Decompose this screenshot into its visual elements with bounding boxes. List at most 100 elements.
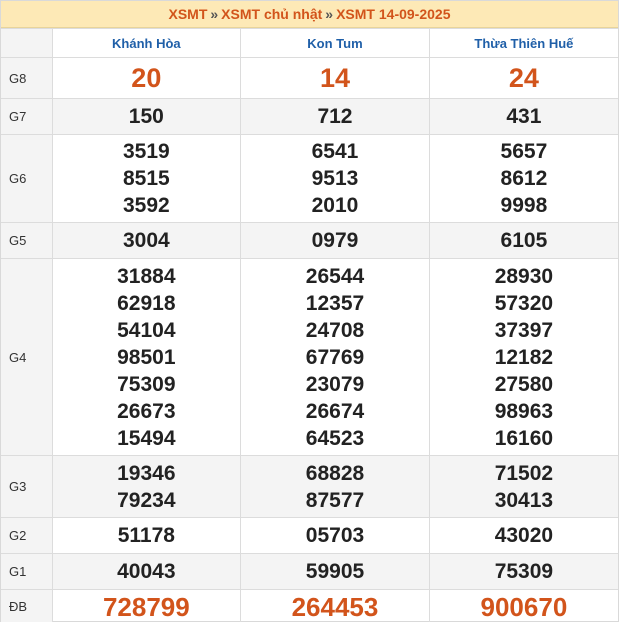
breadcrumb-link-xsmt-sunday[interactable]: XSMT chủ nhật — [221, 6, 322, 22]
prize-label: ĐB — [1, 589, 53, 622]
prize-label: G1 — [1, 553, 53, 590]
prize-number: 43020 — [494, 524, 554, 547]
prize-number: 3592 — [122, 194, 170, 217]
prize-number: 31884 — [117, 264, 176, 288]
prize-cell: 14 — [240, 57, 430, 99]
prize-cell: 6541 9513 2010 — [240, 134, 430, 223]
prize-number: 79234 — [117, 488, 176, 512]
prize-number: 6541 — [311, 140, 359, 163]
prize-number: 54104 — [117, 318, 176, 342]
prize-number: 12357 — [305, 291, 365, 315]
prize-number: 9513 — [311, 167, 359, 190]
results-table: Khánh Hòa Kon Tum Thừa Thiên Huế G8 20 14 2… — [1, 28, 618, 622]
prize-cell: 264453 — [240, 589, 430, 622]
prize-label: G7 — [1, 98, 53, 135]
prize-cell: 75309 — [428, 553, 618, 590]
prize-number: 3004 — [122, 229, 170, 252]
prize-number: 37397 — [494, 318, 554, 342]
prize-number: 14 — [319, 63, 350, 93]
prize-number: 24 — [508, 63, 539, 93]
breadcrumb-separator: » — [210, 6, 219, 22]
prize-row: G4 31884 62918 54104 98501 75309 26673 15494 265… — [1, 258, 618, 456]
prize-cell: 20 — [51, 57, 242, 99]
breadcrumb-separator: » — [325, 6, 334, 22]
prize-number: 900670 — [480, 591, 568, 622]
prize-cell: 150 — [51, 98, 242, 135]
prize-number: 150 — [128, 105, 164, 128]
prize-number: 51178 — [117, 524, 175, 547]
breadcrumb-link-xsmt-date[interactable]: XSMT 14-09-2025 — [336, 6, 450, 22]
prize-number: 24708 — [305, 318, 365, 342]
breadcrumb: XSMT» XSMT chủ nhật» XSMT 14-09-2025 — [1, 1, 618, 28]
prize-cell: 40043 — [51, 553, 242, 590]
prize-number: 98963 — [494, 399, 554, 423]
prize-cell: 59905 — [240, 553, 430, 590]
prize-number: 30413 — [494, 488, 554, 512]
prize-label: G6 — [1, 134, 53, 223]
prize-row: G3 19346 79234 68828 87577 71502 30413 — [1, 455, 618, 518]
prize-cell: 19346 79234 — [51, 455, 242, 518]
prize-table-body: G8 20 14 24 G7 150 712 431 G6 3519 8515 3592 6541 951… — [1, 57, 618, 622]
prize-cell: 3004 — [51, 222, 242, 259]
prize-cell: 28930 57320 37397 12182 27580 98963 16160 — [428, 258, 618, 456]
prize-number: 68828 — [305, 461, 365, 485]
prize-cell: 43020 — [428, 517, 618, 554]
prize-number: 8612 — [500, 167, 548, 190]
prize-row: G8 20 14 24 — [1, 57, 618, 99]
prize-number: 3519 — [122, 140, 170, 163]
prize-label: G3 — [1, 455, 53, 518]
prize-number: 431 — [506, 105, 542, 128]
prize-number: 5657 — [500, 140, 548, 163]
prize-cell: 0979 — [240, 222, 430, 259]
header-corner-cell — [1, 28, 53, 58]
prize-row: G5 3004 0979 6105 — [1, 222, 618, 259]
prize-cell: 31884 62918 54104 98501 75309 26673 15494 — [51, 258, 242, 456]
province-header-kon-tum[interactable]: Kon Tum — [240, 28, 430, 58]
prize-label: G2 — [1, 517, 53, 554]
prize-cell: 5657 8612 9998 — [428, 134, 618, 223]
prize-number: 75309 — [494, 560, 554, 583]
prize-number: 15494 — [117, 426, 176, 450]
prize-cell: 728799 — [51, 589, 242, 622]
prize-number: 64523 — [305, 426, 365, 450]
prize-number: 05703 — [305, 524, 365, 547]
prize-label: G8 — [1, 57, 53, 99]
prize-number: 19346 — [117, 461, 176, 485]
prize-cell: 71502 30413 — [428, 455, 618, 518]
prize-number: 98501 — [117, 345, 176, 369]
prize-number: 6105 — [500, 229, 548, 252]
prize-number: 26674 — [305, 399, 365, 423]
prize-number: 87577 — [305, 488, 365, 512]
prize-number: 27580 — [494, 372, 554, 396]
prize-number: 40043 — [117, 560, 176, 583]
prize-number: 8515 — [122, 167, 170, 190]
prize-number: 16160 — [494, 426, 554, 450]
prize-cell: 431 — [428, 98, 618, 135]
prize-number: 20 — [131, 63, 162, 93]
prize-row: G2 51178 05703 43020 — [1, 517, 618, 554]
prize-number: 26673 — [117, 399, 176, 423]
prize-number: 728799 — [102, 591, 190, 622]
prize-number: 264453 — [291, 591, 379, 622]
province-header-khanh-hoa[interactable]: Khánh Hòa — [51, 28, 242, 58]
prize-number: 62918 — [117, 291, 176, 315]
prize-number: 67769 — [305, 345, 365, 369]
prize-number: 23079 — [305, 372, 365, 396]
prize-cell: 712 — [240, 98, 430, 135]
prize-cell: 6105 — [428, 222, 618, 259]
breadcrumb-link-xsmt[interactable]: XSMT — [168, 6, 207, 22]
table-header-row: Khánh Hòa Kon Tum Thừa Thiên Huế — [1, 28, 618, 58]
prize-number: 712 — [317, 105, 353, 128]
prize-label: G5 — [1, 222, 53, 259]
prize-row: ĐB 728799 264453 900670 — [1, 589, 618, 622]
prize-cell: 24 — [428, 57, 618, 99]
prize-number: 12182 — [494, 345, 554, 369]
prize-number: 59905 — [305, 560, 365, 583]
prize-cell: 05703 — [240, 517, 430, 554]
prize-cell: 26544 12357 24708 67769 23079 26674 64523 — [240, 258, 430, 456]
province-header-thua-thien-hue[interactable]: Thừa Thiên Huế — [428, 28, 618, 58]
prize-cell: 3519 8515 3592 — [51, 134, 242, 223]
prize-row: G6 3519 8515 3592 6541 9513 2010 5657 8612 9998 — [1, 134, 618, 223]
prize-number: 26544 — [305, 264, 365, 288]
prize-cell: 68828 87577 — [240, 455, 430, 518]
